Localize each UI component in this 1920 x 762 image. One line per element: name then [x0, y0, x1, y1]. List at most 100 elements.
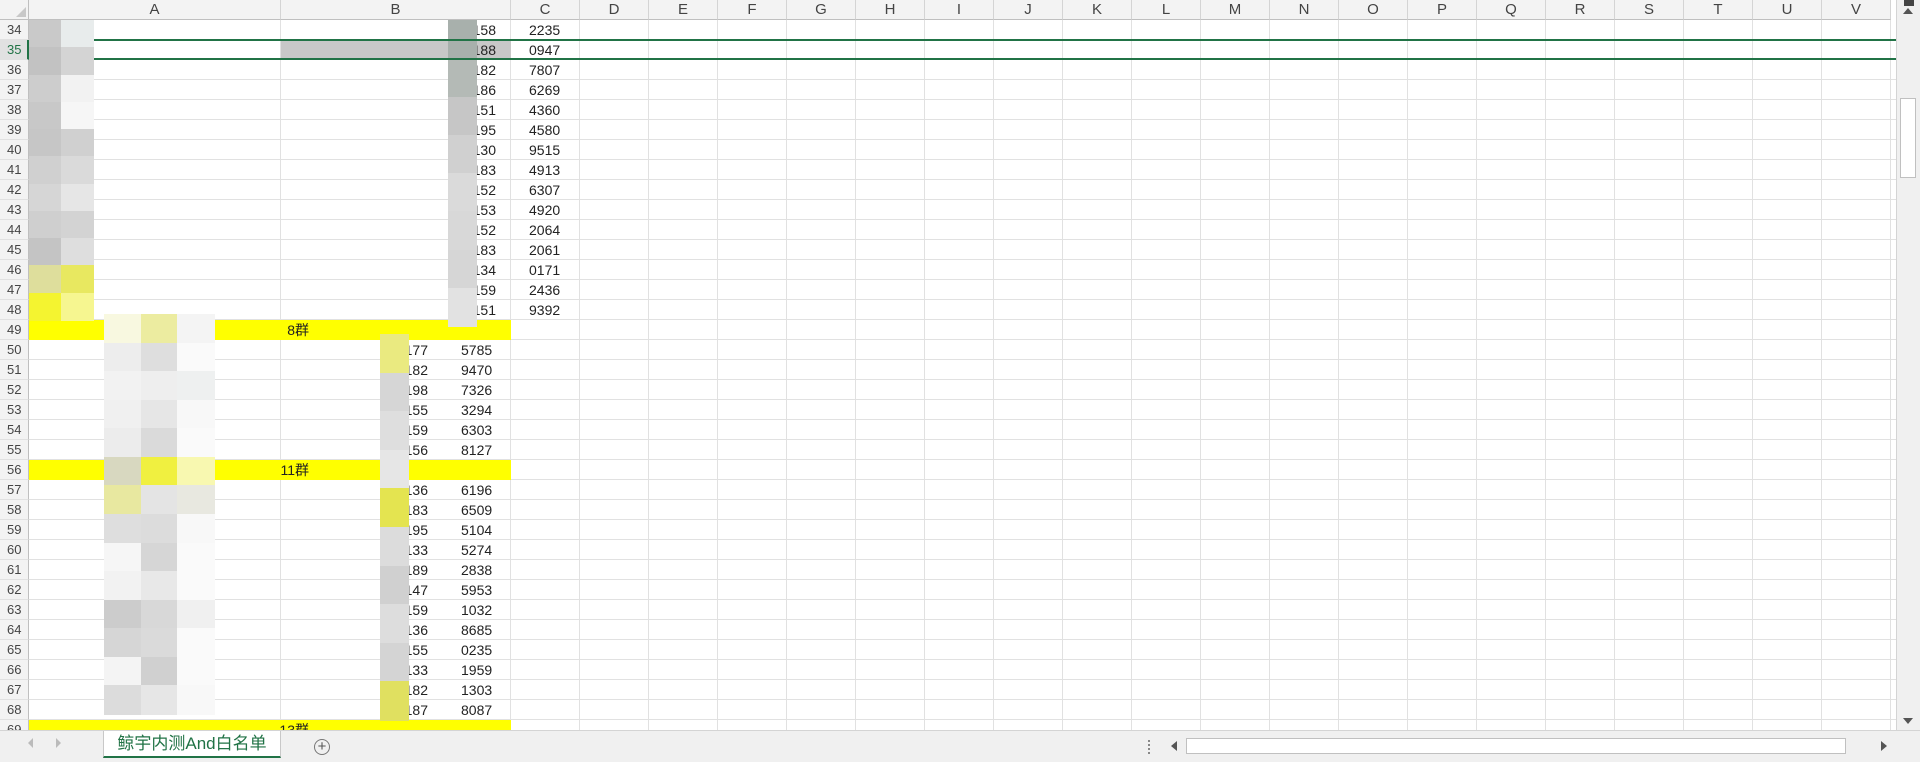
row-header[interactable]: 50: [0, 340, 29, 360]
scroll-up-arrow[interactable]: [1903, 8, 1913, 14]
row-header[interactable]: 37: [0, 80, 29, 100]
column-header-c[interactable]: C: [511, 0, 580, 20]
phone-suffix[interactable]: 2838: [461, 560, 511, 580]
column-header-r[interactable]: R: [1546, 0, 1615, 20]
scroll-thumb[interactable]: [1900, 98, 1916, 178]
tab-split-handle[interactable]: [1148, 740, 1152, 754]
sheet-tab[interactable]: 鲸宇内测And白名单: [103, 731, 281, 758]
column-header-t[interactable]: T: [1684, 0, 1753, 20]
phone-suffix[interactable]: 3294: [461, 400, 511, 420]
row-header[interactable]: 52: [0, 380, 29, 400]
phone-suffix[interactable]: 2235: [529, 20, 569, 40]
row-header[interactable]: 39: [0, 120, 29, 140]
column-header-i[interactable]: I: [925, 0, 994, 20]
row-header[interactable]: 56: [0, 460, 29, 480]
phone-suffix[interactable]: 9515: [529, 140, 569, 160]
phone-suffix[interactable]: 8127: [461, 440, 511, 460]
select-all-corner[interactable]: [0, 0, 29, 20]
phone-suffix[interactable]: 1959: [461, 660, 511, 680]
column-header-l[interactable]: L: [1132, 0, 1201, 20]
spreadsheet-grid[interactable]: ABCDEFGHIJKLMNOPQRSTUV 34 158 2235 35 188 094…: [0, 0, 1896, 730]
split-handle[interactable]: [1904, 0, 1914, 6]
phone-suffix[interactable]: 1303: [461, 680, 511, 700]
row-header[interactable]: 61: [0, 560, 29, 580]
row-header[interactable]: 49: [0, 320, 29, 340]
column-header-u[interactable]: U: [1753, 0, 1822, 20]
row-header[interactable]: 36: [0, 60, 29, 80]
row-header[interactable]: 53: [0, 400, 29, 420]
row-header[interactable]: 67: [0, 680, 29, 700]
row-header[interactable]: 54: [0, 420, 29, 440]
row-header[interactable]: 62: [0, 580, 29, 600]
prev-sheet-arrow[interactable]: [28, 738, 33, 748]
phone-suffix[interactable]: 2064: [529, 220, 569, 240]
row-header[interactable]: 55: [0, 440, 29, 460]
row-header[interactable]: 63: [0, 600, 29, 620]
column-header-j[interactable]: J: [994, 0, 1063, 20]
scroll-right-arrow[interactable]: [1881, 741, 1887, 751]
column-header-n[interactable]: N: [1270, 0, 1339, 20]
column-header-g[interactable]: G: [787, 0, 856, 20]
column-header-k[interactable]: K: [1063, 0, 1132, 20]
add-sheet-button[interactable]: +: [314, 738, 330, 755]
phone-suffix[interactable]: 8087: [461, 700, 511, 720]
column-header-m[interactable]: M: [1201, 0, 1270, 20]
row-header[interactable]: 58: [0, 500, 29, 520]
row-header[interactable]: 46: [0, 260, 29, 280]
row-header[interactable]: 64: [0, 620, 29, 640]
row-header[interactable]: 35: [0, 40, 29, 60]
row-header[interactable]: 47: [0, 280, 29, 300]
phone-suffix[interactable]: 0235: [461, 640, 511, 660]
column-header-d[interactable]: D: [580, 0, 649, 20]
phone-suffix[interactable]: 5953: [461, 580, 511, 600]
row-header[interactable]: 42: [0, 180, 29, 200]
h-scroll-thumb[interactable]: [1186, 738, 1846, 754]
phone-suffix[interactable]: 6303: [461, 420, 511, 440]
row-header[interactable]: 65: [0, 640, 29, 660]
row-header[interactable]: 45: [0, 240, 29, 260]
phone-suffix[interactable]: 0171: [529, 260, 569, 280]
row-header[interactable]: 59: [0, 520, 29, 540]
phone-suffix[interactable]: 4580: [529, 120, 569, 140]
column-header-q[interactable]: Q: [1477, 0, 1546, 20]
column-header-v[interactable]: V: [1822, 0, 1891, 20]
row-header[interactable]: 68: [0, 700, 29, 720]
phone-suffix[interactable]: 7326: [461, 380, 511, 400]
row-header[interactable]: 38: [0, 100, 29, 120]
scroll-left-arrow[interactable]: [1171, 741, 1177, 751]
column-header-s[interactable]: S: [1615, 0, 1684, 20]
column-header-e[interactable]: E: [649, 0, 718, 20]
column-header-h[interactable]: H: [856, 0, 925, 20]
row-header[interactable]: 41: [0, 160, 29, 180]
row-header[interactable]: 44: [0, 220, 29, 240]
phone-suffix[interactable]: 5104: [461, 520, 511, 540]
phone-suffix[interactable]: 4920: [529, 200, 569, 220]
phone-suffix[interactable]: 4360: [529, 100, 569, 120]
column-header-b[interactable]: B: [281, 0, 511, 20]
horizontal-scrollbar[interactable]: [1167, 737, 1887, 755]
phone-suffix[interactable]: 6269: [529, 80, 569, 100]
column-header-o[interactable]: O: [1339, 0, 1408, 20]
column-header-f[interactable]: F: [718, 0, 787, 20]
phone-suffix[interactable]: 6509: [461, 500, 511, 520]
row-header[interactable]: 43: [0, 200, 29, 220]
phone-suffix[interactable]: 1032: [461, 600, 511, 620]
phone-suffix[interactable]: 6307: [529, 180, 569, 200]
row-header[interactable]: 69: [0, 720, 29, 730]
phone-suffix[interactable]: 8685: [461, 620, 511, 640]
phone-suffix[interactable]: 9392: [529, 300, 569, 320]
phone-suffix[interactable]: 4913: [529, 160, 569, 180]
phone-suffix[interactable]: 7807: [529, 60, 569, 80]
column-header-p[interactable]: P: [1408, 0, 1477, 20]
phone-suffix[interactable]: 6196: [461, 480, 511, 500]
row-header[interactable]: 60: [0, 540, 29, 560]
scroll-down-arrow[interactable]: [1903, 718, 1913, 724]
next-sheet-arrow[interactable]: [56, 738, 61, 748]
row-header[interactable]: 51: [0, 360, 29, 380]
phone-suffix[interactable]: 9470: [461, 360, 511, 380]
phone-suffix[interactable]: 5785: [461, 340, 511, 360]
phone-suffix[interactable]: 2436: [529, 280, 569, 300]
phone-suffix[interactable]: 5274: [461, 540, 511, 560]
row-header[interactable]: 66: [0, 660, 29, 680]
column-header-a[interactable]: A: [29, 0, 281, 20]
